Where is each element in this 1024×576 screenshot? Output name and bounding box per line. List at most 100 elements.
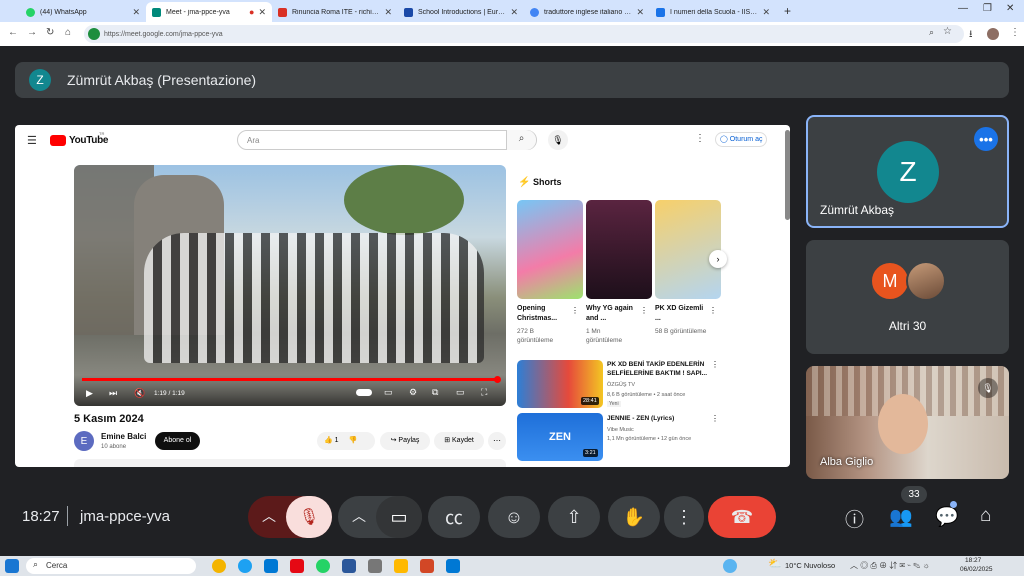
autoplay-toggle[interactable]: [356, 389, 372, 396]
reload-icon[interactable]: ↻: [46, 27, 54, 38]
short-thumbnail-1[interactable]: [517, 200, 583, 299]
minimize-icon[interactable]: —: [958, 3, 968, 14]
thumbs-down-icon[interactable]: 👎: [349, 437, 358, 444]
chat-icon[interactable]: 💬: [935, 505, 959, 529]
short-title-1[interactable]: Opening Christmas...: [517, 304, 569, 324]
chevron-up-icon[interactable]: ︿: [352, 506, 366, 526]
site-info-icon[interactable]: [88, 28, 100, 40]
participant-tile-zumrut[interactable]: Z Zümrüt Akbaş •••: [806, 115, 1009, 228]
participant-tile-others[interactable]: M Altri 30: [806, 240, 1009, 354]
video-player[interactable]: ▶ ⏭ 🔇 1:19 / 1:19 ▭ ⚙ ⧉ ▭ ⛶: [74, 165, 506, 406]
system-tray-icons[interactable]: ︿ ◎ ⎙ ⊕ ⇵ ✉ ⌁ ✎ ☼: [850, 560, 930, 571]
word-icon[interactable]: [342, 559, 356, 573]
fullscreen-icon[interactable]: ⛶: [481, 387, 487, 398]
download-icon[interactable]: ⭳: [969, 27, 973, 44]
microphone-icon[interactable]: 🎙: [548, 130, 568, 150]
tab-numeri-scuola[interactable]: I numeri della Scuola - IIS E.S.C✕: [650, 2, 776, 22]
scrollbar[interactable]: [785, 130, 790, 220]
more-icon[interactable]: ⋮: [695, 133, 705, 144]
raise-hand-button[interactable]: ✋: [608, 496, 660, 538]
recommended-channel-2[interactable]: Vibe Music: [607, 426, 634, 435]
file-explorer-icon[interactable]: [394, 559, 408, 573]
more-options-icon[interactable]: •••: [974, 127, 998, 151]
url-field[interactable]: https://meet.google.com/jma-ppce-yva ⌕ ☆: [84, 25, 964, 43]
reactions-button[interactable]: ☺: [488, 496, 540, 538]
home-icon[interactable]: ⌂: [65, 27, 71, 38]
teams-icon[interactable]: [446, 559, 460, 573]
forward-icon[interactable]: →: [27, 27, 37, 38]
tab-meet[interactable]: Meet - jma-ppce-yva ● ✕: [146, 2, 272, 22]
close-icon[interactable]: ✕: [762, 7, 770, 18]
tab-school-introductions[interactable]: School Introductions | Europe ✕: [398, 2, 524, 22]
chevron-right-icon[interactable]: ›: [709, 250, 727, 268]
windows-start-icon[interactable]: [5, 559, 19, 573]
profile-avatar[interactable]: [987, 28, 999, 40]
more-actions-icon[interactable]: ⋯: [488, 432, 506, 450]
copilot-icon[interactable]: [723, 559, 737, 573]
weather-text[interactable]: 10°C Nuvoloso: [785, 561, 835, 570]
tab-whatsapp[interactable]: (44) WhatsApp ✕: [20, 2, 146, 22]
new-tab-button[interactable]: +: [784, 4, 791, 18]
edge-icon[interactable]: [238, 559, 252, 573]
close-window-icon[interactable]: ✕: [1006, 3, 1014, 14]
present-button[interactable]: ⇧: [548, 496, 600, 538]
taskbar-search[interactable]: ⌕ Cerca: [26, 558, 196, 574]
whatsapp-icon[interactable]: [316, 559, 330, 573]
close-icon[interactable]: ✕: [132, 7, 140, 18]
close-icon[interactable]: ✕: [636, 7, 644, 18]
chrome-icon[interactable]: [212, 559, 226, 573]
captions-button[interactable]: ㏄: [428, 496, 480, 538]
progress-bar[interactable]: [82, 378, 498, 381]
people-icon[interactable]: 👥: [889, 505, 913, 529]
recommended-menu-icon[interactable]: ⋮: [711, 360, 719, 369]
youtube-search-input[interactable]: Ara ⌕: [237, 130, 537, 150]
outlook-icon[interactable]: [264, 559, 278, 573]
mic-off-button[interactable]: 🎙: [286, 496, 332, 538]
info-icon[interactable]: ⓘ: [845, 505, 864, 532]
tab-rinuncia[interactable]: Rinuncia Roma ITE - richiesta ✕: [272, 2, 398, 22]
close-icon[interactable]: ✕: [510, 7, 518, 18]
menu-dots-icon[interactable]: ⋮: [1010, 27, 1020, 38]
play-icon[interactable]: ▶: [86, 388, 93, 399]
recommended-title-2[interactable]: JENNIE - ZEN (Lyrics): [607, 414, 711, 424]
hamburger-icon[interactable]: ☰: [27, 134, 37, 147]
short-menu-icon[interactable]: ⋮: [571, 306, 579, 315]
subscribe-button[interactable]: Abone ol: [155, 432, 200, 450]
close-icon[interactable]: ✕: [384, 7, 392, 18]
zoom-icon[interactable]: ⌕: [929, 27, 934, 38]
close-icon[interactable]: ✕: [258, 7, 266, 18]
save-button[interactable]: ⊞ Kaydet: [434, 432, 484, 450]
powerpoint-icon[interactable]: [420, 559, 434, 573]
participant-tile-alba[interactable]: Alba Giglio 🎙: [806, 366, 1009, 479]
channel-name[interactable]: Emine Balci: [101, 432, 146, 441]
youtube-logo-icon[interactable]: [50, 135, 66, 146]
short-title-2[interactable]: Why YG again and ...: [586, 304, 638, 324]
settings-gear-icon[interactable]: ⚙: [409, 387, 417, 398]
share-button[interactable]: ↪ Paylaş: [380, 432, 430, 450]
activities-icon[interactable]: ⌂: [980, 505, 991, 527]
more-options-button[interactable]: ⋮: [664, 496, 704, 538]
search-icon[interactable]: ⌕: [506, 130, 536, 150]
netflix-icon[interactable]: [290, 559, 304, 573]
subtitles-icon[interactable]: ▭: [384, 387, 393, 398]
clock-time[interactable]: 18:27: [965, 557, 981, 564]
short-thumbnail-2[interactable]: [586, 200, 652, 299]
short-title-3[interactable]: PK XD Gizemli ...: [655, 304, 707, 324]
app-icon[interactable]: [368, 559, 382, 573]
clock-date[interactable]: 06/02/2025: [960, 566, 993, 573]
tab-traduttore[interactable]: traduttore inglese italiano - Co ✕: [524, 2, 650, 22]
progress-scrubber[interactable]: [494, 376, 501, 383]
chevron-up-icon[interactable]: ︿: [262, 506, 276, 526]
short-menu-icon[interactable]: ⋮: [640, 306, 648, 315]
restore-icon[interactable]: ❐: [983, 3, 992, 14]
signin-button[interactable]: ◯ Oturum aç: [715, 132, 768, 147]
miniplayer-icon[interactable]: ⧉: [432, 387, 438, 398]
recommended-menu-icon[interactable]: ⋮: [711, 414, 719, 423]
volume-mute-icon[interactable]: 🔇: [134, 388, 145, 399]
recommended-channel-1[interactable]: ÖZGÜŞ TV: [607, 381, 635, 390]
short-menu-icon[interactable]: ⋮: [709, 306, 717, 315]
leave-call-button[interactable]: ☎: [708, 496, 776, 538]
channel-avatar[interactable]: E: [74, 431, 94, 451]
bookmark-star-icon[interactable]: ☆: [943, 26, 952, 37]
like-button[interactable]: 👍 1 👎: [317, 432, 375, 450]
